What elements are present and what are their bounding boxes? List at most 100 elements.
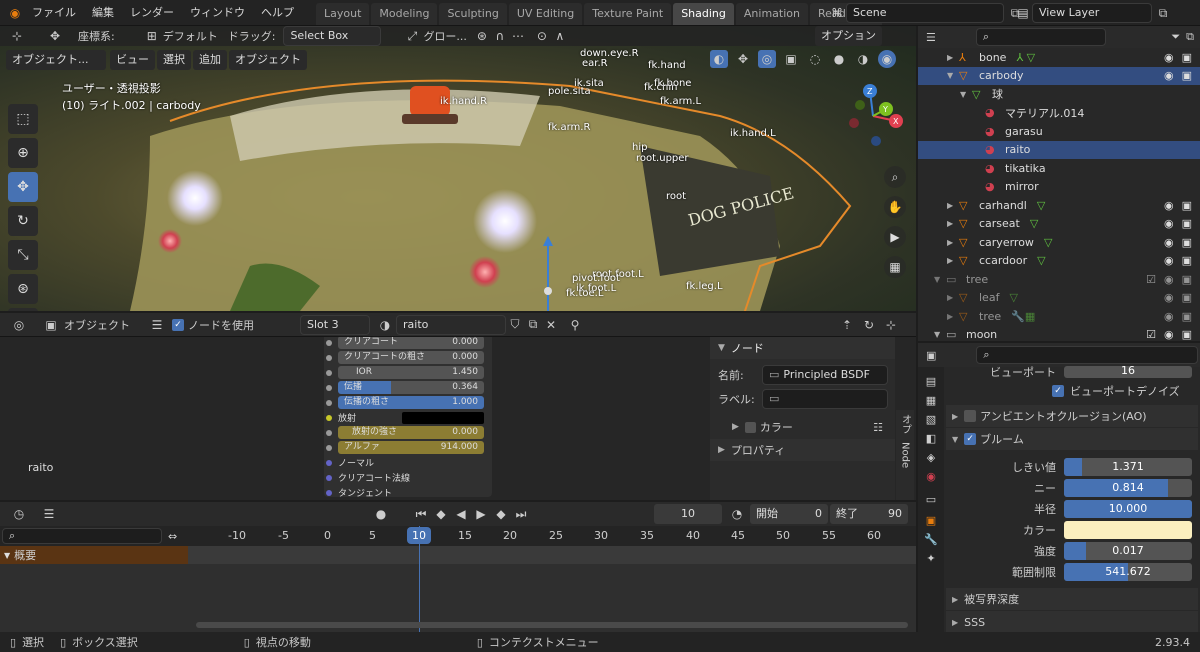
viewport-denoise-checkbox[interactable]: ✓: [1052, 385, 1064, 397]
view-layer-tab-icon[interactable]: ◧: [922, 432, 940, 445]
proportional-icon[interactable]: ⊙: [533, 27, 551, 45]
menu-edit[interactable]: 編集: [84, 0, 122, 26]
outliner-item[interactable]: ▼ ▽ carbody ◉ ▣: [918, 66, 1200, 85]
collection-checkbox-icon[interactable]: ☑: [1146, 273, 1156, 286]
bloom-slider[interactable]: 541.672: [1064, 562, 1192, 581]
camera-render-icon[interactable]: ▣: [1182, 310, 1192, 323]
ao-checkbox[interactable]: [964, 410, 977, 422]
material-name-field[interactable]: raito: [396, 314, 506, 335]
eye-icon[interactable]: ◉: [1164, 291, 1174, 304]
particles-tab-icon[interactable]: ✦: [922, 552, 940, 565]
timeline-body[interactable]: ▼ 概要: [0, 526, 916, 632]
navigation-gizmo[interactable]: Z X Y: [838, 81, 908, 151]
transform-icon[interactable]: ✥: [46, 27, 64, 45]
camera-render-icon[interactable]: ▣: [1182, 291, 1192, 304]
prev-keyframe-icon[interactable]: ◆: [432, 505, 450, 523]
menu-object[interactable]: オブジェクト: [229, 50, 307, 70]
record-icon[interactable]: ●: [372, 505, 390, 523]
color-checkbox[interactable]: [744, 421, 756, 433]
visibility-toggles[interactable]: ◉ ▣: [1164, 51, 1192, 64]
expand-icon[interactable]: ▶: [947, 293, 959, 302]
snap-increment-icon[interactable]: ⋯: [509, 27, 527, 45]
outliner-item[interactable]: ▶ ▽ carseat ▽ ◉ ▣: [918, 215, 1200, 234]
camera-render-icon[interactable]: ▣: [1182, 69, 1192, 82]
camera-render-icon[interactable]: ▣: [1182, 199, 1192, 212]
outliner-item[interactable]: ◕ tikatika: [918, 159, 1200, 178]
node-mode-dropdown[interactable]: オブジェクト: [64, 317, 130, 333]
outliner-item[interactable]: ▶ ▽ caryerrow ▽ ◉ ▣: [918, 233, 1200, 252]
properties-search-input[interactable]: ⌕: [976, 346, 1199, 364]
node-properties-header[interactable]: ▶ プロパティ: [710, 439, 895, 461]
timeline-ruler[interactable]: ⌕ ⇔ -10 -5 0 5 10 15 20 25 30 35 40 45 5…: [0, 526, 916, 546]
node-label-field[interactable]: ▭: [762, 389, 888, 409]
outliner-item[interactable]: ▶ ▽ ccardoor ▽ ◉ ▣: [918, 252, 1200, 271]
camera-render-icon[interactable]: ▣: [1182, 254, 1192, 267]
properties-editor-icon[interactable]: ▣: [926, 349, 936, 362]
editor-type-icon[interactable]: ◎: [10, 316, 28, 334]
expand-icon[interactable]: ▶: [947, 201, 959, 210]
outliner-item[interactable]: ◕ mirror: [918, 178, 1200, 197]
menu-file[interactable]: ファイル: [24, 0, 84, 26]
timeline-editor-icon[interactable]: ◷: [10, 505, 28, 523]
visibility-toggles[interactable]: ◉ ▣: [1164, 217, 1192, 230]
play-reverse-icon[interactable]: ◀: [452, 505, 470, 523]
outliner-display-icon[interactable]: ☰: [926, 31, 936, 44]
snap-node-icon[interactable]: ⊹: [882, 316, 900, 334]
stopwatch-icon[interactable]: ◔: [728, 505, 746, 523]
expand-icon[interactable]: ▶: [947, 312, 959, 321]
visibility-toggles[interactable]: ◉ ▣: [1164, 291, 1192, 304]
hamburger-menu-icon[interactable]: ☰: [148, 316, 166, 334]
play-icon[interactable]: ▶: [472, 505, 490, 523]
drag-dropdown[interactable]: Select Box: [283, 26, 382, 46]
blender-logo-icon[interactable]: ◉: [6, 4, 24, 22]
tool-settings-icon[interactable]: ⊹: [8, 27, 26, 45]
jump-start-icon[interactable]: ⏮: [412, 505, 430, 523]
options-dropdown[interactable]: オプション: [815, 26, 882, 46]
eye-icon[interactable]: ◉: [1164, 217, 1174, 230]
expand-icon[interactable]: ▶: [947, 219, 959, 228]
use-nodes-checkbox[interactable]: ✓: [172, 318, 184, 331]
node-panel-header[interactable]: ▼ ノード: [710, 337, 895, 359]
eye-icon[interactable]: ◉: [1164, 254, 1174, 267]
bloom-slider[interactable]: 1.371: [1064, 457, 1192, 476]
outliner-item[interactable]: ◕ マテリアル.014: [918, 104, 1200, 123]
outliner-item[interactable]: ▼ ▽ 球: [918, 85, 1200, 104]
hamburger-menu-icon[interactable]: ☰: [40, 505, 58, 523]
cursor-tool-icon[interactable]: ⊕: [8, 138, 38, 168]
shading-rendered-icon[interactable]: ◉: [878, 50, 896, 68]
gizmo-toggle-icon[interactable]: ✥: [734, 50, 752, 68]
visibility-toggles[interactable]: ◉ ▣: [1164, 69, 1192, 82]
bloom-color-swatch[interactable]: [1064, 520, 1192, 539]
visibility-toggles[interactable]: ◉ ▣: [1164, 236, 1192, 249]
tab-animation[interactable]: Animation: [735, 2, 808, 25]
eye-icon[interactable]: ◉: [1164, 273, 1174, 286]
modifier-tab-icon[interactable]: 🔧: [922, 533, 940, 546]
shading-solid-icon[interactable]: ●: [830, 50, 848, 68]
shield-icon[interactable]: ⛉: [506, 316, 524, 334]
snap-pivot-icon[interactable]: ⊛: [473, 27, 491, 45]
scene-field[interactable]: Scene: [846, 3, 1004, 23]
menu-render[interactable]: レンダー: [122, 0, 182, 26]
menu-view[interactable]: ビュー: [110, 50, 155, 70]
tab-shading[interactable]: Shading: [673, 2, 734, 25]
shading-wire-icon[interactable]: ◌: [806, 50, 824, 68]
end-frame-field[interactable]: 終了 90: [830, 504, 908, 524]
expand-icon[interactable]: ▼: [934, 275, 946, 284]
backdrop-icon[interactable]: ↻: [860, 316, 878, 334]
expand-icon[interactable]: ▶: [947, 256, 959, 265]
outliner-item[interactable]: ◕ raito: [918, 140, 1200, 159]
expand-icon[interactable]: ▶: [947, 53, 959, 62]
eye-icon[interactable]: ◉: [1164, 51, 1174, 64]
close-icon[interactable]: ✕: [542, 316, 560, 334]
node-name-field[interactable]: ▭ Principled BSDF: [762, 365, 888, 385]
next-keyframe-icon[interactable]: ◆: [492, 505, 510, 523]
expand-icon[interactable]: ▼: [947, 71, 959, 80]
visibility-toggles[interactable]: ☑ ◉ ▣: [1146, 273, 1192, 286]
visibility-toggles[interactable]: ◉ ▣: [1164, 254, 1192, 267]
scene-tab-icon[interactable]: ◈: [922, 451, 940, 464]
dof-panel-header[interactable]: ▶ 被写界深度: [946, 588, 1198, 610]
sss-panel-header[interactable]: ▶ SSS: [946, 611, 1198, 633]
visibility-toggles[interactable]: ◉ ▣: [1164, 199, 1192, 212]
outliner-item[interactable]: ◕ garasu: [918, 122, 1200, 141]
coord-dropdown[interactable]: デフォルト: [163, 28, 218, 44]
